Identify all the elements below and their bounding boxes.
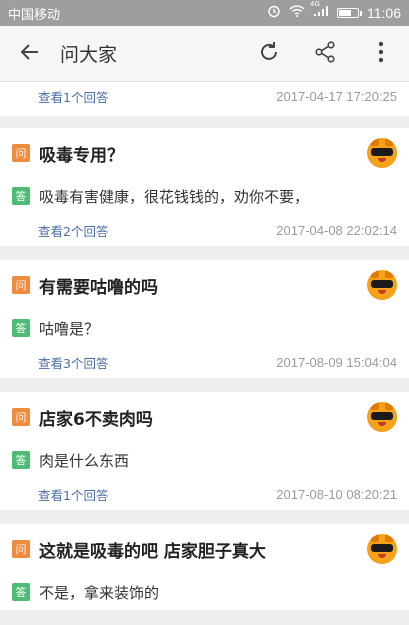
answer-text: 肉是什么东西 <box>39 451 130 470</box>
view-answers-link[interactable]: 查看1个回答 <box>38 87 108 106</box>
answer-badge: 答 <box>12 187 30 205</box>
alarm-icon <box>267 4 281 22</box>
list-item[interactable]: 问 店家6不卖肉吗 答 肉是什么东西 查看1个回答 2017-08-10 08:… <box>0 392 409 510</box>
answer-badge: 答 <box>12 319 30 337</box>
question-text: 有需要咕噜的吗 <box>39 277 158 298</box>
avatar <box>367 138 397 168</box>
signal-icon: 4G <box>310 0 329 21</box>
view-answers-link[interactable]: 查看1个回答 <box>38 485 108 504</box>
timestamp: 2017-08-10 08:20:21 <box>276 486 397 502</box>
question-badge: 问 <box>12 144 30 162</box>
avatar <box>367 534 397 564</box>
page-title: 问大家 <box>60 44 118 66</box>
timestamp: 2017-04-17 17:20:25 <box>276 88 397 104</box>
answer-badge: 答 <box>12 583 30 601</box>
timestamp: 2017-08-09 15:04:04 <box>276 354 397 370</box>
back-button[interactable] <box>0 26 60 82</box>
question-text: 吸毒专用？ <box>39 145 124 166</box>
view-answers-link[interactable]: 查看2个回答 <box>38 221 108 240</box>
status-bar: 中国移动 4G 11:06 <box>0 0 409 26</box>
wifi-icon <box>289 5 305 21</box>
question-badge: 问 <box>12 408 30 426</box>
share-icon <box>314 40 336 67</box>
question-badge: 问 <box>12 276 30 294</box>
timestamp: 2017-04-08 22:02:14 <box>276 222 397 238</box>
answer-badge: 答 <box>12 451 30 469</box>
list-item: 查看1个回答 2017-04-17 17:20:25 <box>0 82 409 116</box>
answer-text: 不是，拿来装饰的 <box>39 583 160 602</box>
list-item[interactable]: 问 这就是吸毒的吧 店家胆子真大 答 不是，拿来装饰的 <box>0 524 409 610</box>
more-vert-icon <box>378 41 384 67</box>
question-list: 查看1个回答 2017-04-17 17:20:25 问 吸毒专用？ 答 吸毒有… <box>0 82 409 624</box>
avatar <box>367 270 397 300</box>
refresh-button[interactable] <box>241 26 297 82</box>
clock: 11:06 <box>367 5 401 21</box>
carrier-label: 中国移动 <box>8 7 61 23</box>
refresh-icon <box>257 40 281 68</box>
share-button[interactable] <box>297 26 353 82</box>
network-type: 4G <box>310 0 320 8</box>
list-item[interactable]: 问 吸毒专用？ 答 吸毒有害健康，很花钱钱的，劝你不要， 查看2个回答 2017… <box>0 128 409 246</box>
avatar <box>367 402 397 432</box>
battery-icon <box>337 8 362 18</box>
app-bar: 问大家 <box>0 26 409 82</box>
battery-fill <box>339 10 351 16</box>
answer-text: 咕噜是？ <box>39 319 100 338</box>
question-badge: 问 <box>12 540 30 558</box>
view-answers-link[interactable]: 查看3个回答 <box>38 353 108 372</box>
more-button[interactable] <box>353 26 409 82</box>
question-text: 店家6不卖肉吗 <box>39 409 153 430</box>
arrow-left-icon <box>19 41 41 67</box>
question-text: 这就是吸毒的吧 店家胆子真大 <box>39 541 266 562</box>
answer-text: 吸毒有害健康，很花钱钱的，劝你不要， <box>39 187 310 206</box>
list-item[interactable]: 问 有需要咕噜的吗 答 咕噜是？ 查看3个回答 2017-08-09 15:04… <box>0 260 409 378</box>
